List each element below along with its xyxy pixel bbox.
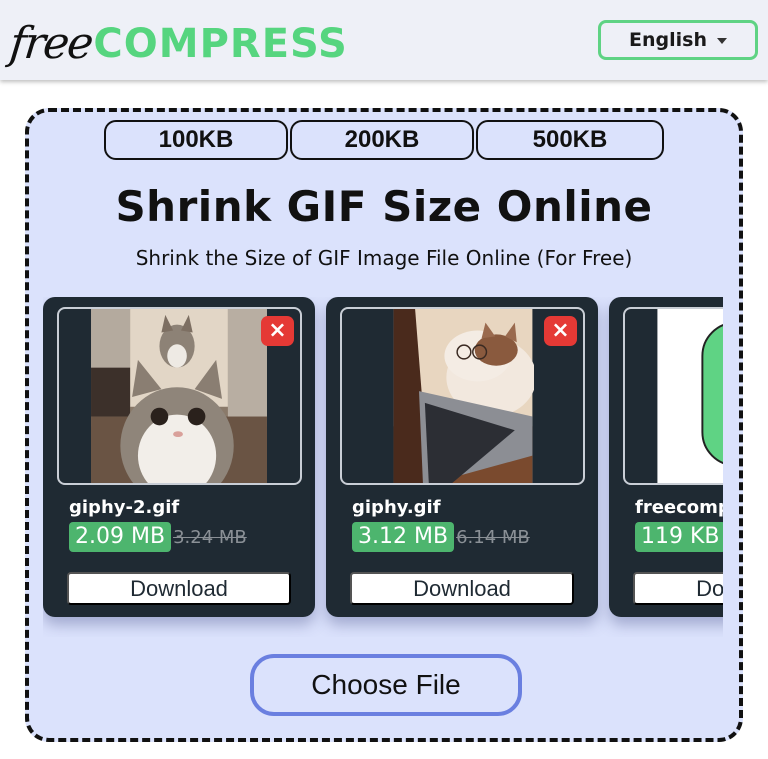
compressed-size-badge: 119 KB [635, 522, 723, 552]
download-button[interactable]: Download [633, 572, 723, 605]
upload-drop-zone[interactable]: 100KB 200KB 500KB Shrink GIF Size Online… [25, 108, 743, 742]
page-title: Shrink GIF Size Online [115, 182, 653, 231]
file-name: freecompress [635, 497, 723, 518]
site-header: free COMPRESS English [0, 0, 768, 80]
file-sizes: 119 KB [635, 522, 723, 552]
cat-laptop-image [393, 309, 534, 483]
choose-file-button[interactable]: Choose File [250, 654, 522, 716]
close-icon: × [268, 318, 287, 343]
compressed-size-badge: 2.09 MB [69, 522, 172, 552]
download-button[interactable]: Download [67, 572, 291, 605]
close-icon: × [551, 318, 570, 343]
preset-500kb-button[interactable]: 500KB [476, 120, 664, 160]
remove-file-button[interactable]: × [544, 316, 577, 346]
file-thumbnail: × [340, 307, 585, 485]
freecompress-logo-image [657, 309, 723, 483]
file-card: × giphy-2.gif 2.09 MB 3.24 MB Download [43, 297, 315, 617]
file-card: × giphy.gif 3.12 MB 6.14 MB Download [326, 297, 598, 617]
remove-file-button[interactable]: × [261, 316, 294, 346]
file-name: giphy-2.gif [69, 497, 180, 518]
logo-free-text: free [7, 18, 95, 69]
original-size: 3.24 MB [173, 526, 247, 548]
compressed-size-badge: 3.12 MB [352, 522, 455, 552]
file-thumbnail: × [57, 307, 302, 485]
language-label: English [629, 29, 707, 51]
file-cards-carousel[interactable]: × giphy-2.gif 2.09 MB 3.24 MB Download ×… [43, 297, 723, 637]
size-presets: 100KB 200KB 500KB [104, 120, 666, 160]
logo[interactable]: free COMPRESS [7, 8, 348, 70]
file-card: freecompress 119 KB Download [609, 297, 723, 617]
cat-photo-image [91, 309, 267, 483]
language-select[interactable]: English [598, 20, 758, 60]
file-sizes: 2.09 MB 3.24 MB [69, 522, 247, 552]
file-sizes: 3.12 MB 6.14 MB [352, 522, 530, 552]
logo-compress-text: COMPRESS [93, 21, 348, 67]
preset-100kb-button[interactable]: 100KB [104, 120, 288, 160]
file-name: giphy.gif [352, 497, 441, 518]
preset-200kb-button[interactable]: 200KB [290, 120, 474, 160]
download-button[interactable]: Download [350, 572, 574, 605]
original-size: 6.14 MB [456, 526, 530, 548]
page-subtitle: Shrink the Size of GIF Image File Online… [135, 246, 633, 270]
caret-down-icon [716, 38, 727, 44]
file-thumbnail [623, 307, 723, 485]
